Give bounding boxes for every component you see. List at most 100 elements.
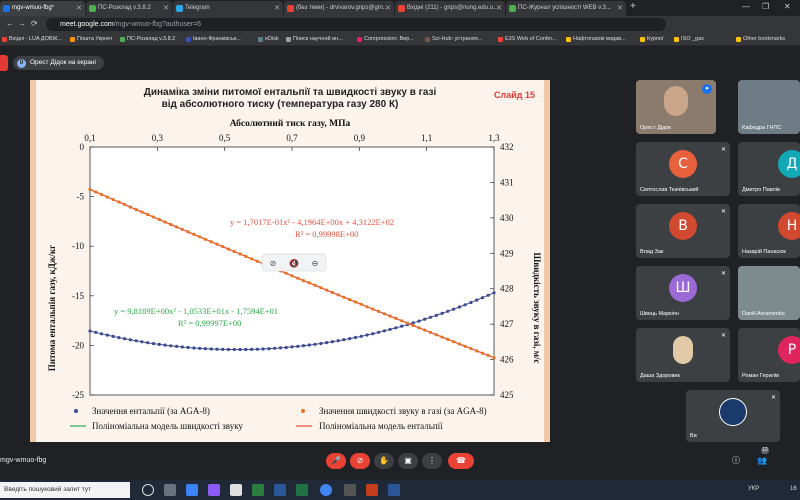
new-tab-button[interactable]: + bbox=[630, 1, 636, 12]
explorer-icon[interactable] bbox=[186, 484, 198, 496]
app-icon[interactable] bbox=[344, 484, 356, 496]
enthalpy-point bbox=[250, 347, 254, 351]
bookmark-item[interactable]: Пошта Укрнет bbox=[70, 34, 113, 45]
close-icon[interactable]: ✕ bbox=[496, 1, 502, 16]
bookmark-item[interactable]: ISO _gas bbox=[674, 34, 704, 45]
bookmark-item[interactable]: ПС-Розклад v.3.8.2 bbox=[120, 34, 175, 45]
app-icon[interactable] bbox=[230, 484, 242, 496]
tab-gmail-1[interactable]: (без теми) - drvivarov.gnps@gm... ✕ bbox=[284, 1, 394, 16]
app-icon[interactable] bbox=[252, 484, 264, 496]
bookmark-item[interactable]: Sci-Hub: устраняя... bbox=[425, 34, 482, 45]
address-bar-row: ← → ⟳ meet.google.com/mgv-wmuo-fbg?authu… bbox=[0, 16, 800, 33]
speed-point bbox=[307, 281, 311, 285]
avatar: Р bbox=[778, 336, 800, 364]
participant-tile[interactable]: Кафедра ГНПС bbox=[738, 80, 800, 134]
enthalpy-point bbox=[452, 307, 456, 311]
participant-tile[interactable]: ✕ Даша Здоровик bbox=[636, 328, 730, 382]
forward-button[interactable]: → bbox=[18, 19, 26, 28]
presenter-chip[interactable]: 0 Орест Дідок на екрані bbox=[13, 56, 104, 70]
present-button[interactable]: ▣ bbox=[398, 453, 418, 469]
word-icon[interactable] bbox=[274, 484, 286, 496]
participant-tile[interactable]: Daniil Avramenko bbox=[738, 266, 800, 320]
url-input[interactable]: meet.google.com/mgv-wmuo-fbg?authuser=6 bbox=[46, 18, 666, 31]
participant-tile[interactable]: Ш ✕ Швець Маркіян bbox=[636, 266, 730, 320]
x-axis-label: Абсолютний тиск газу, МПа bbox=[230, 118, 351, 129]
participant-name: Влад Зак bbox=[640, 249, 664, 255]
chrome-icon[interactable] bbox=[320, 484, 332, 496]
participant-tile[interactable]: Р Роман Герилів bbox=[738, 328, 800, 382]
bookmark-item[interactable]: Other bookmarks bbox=[736, 34, 785, 45]
tab-telegram[interactable]: Telegram ✕ bbox=[173, 1, 283, 16]
viber-icon[interactable] bbox=[208, 484, 220, 496]
close-icon[interactable]: ✕ bbox=[76, 1, 82, 16]
tab-gmail-2[interactable]: Вхідні (211) - gnps@nung.edu.u... ✕ bbox=[395, 1, 505, 16]
remove-icon[interactable]: ⊖ bbox=[312, 259, 319, 268]
meet-header: 0 Орест Дідок на екрані bbox=[0, 46, 800, 80]
bookmark-item[interactable]: E3S Web of Confer... bbox=[498, 34, 557, 45]
taskbar-search-input[interactable]: Введіть пошуковий запит тут bbox=[0, 482, 130, 498]
word-icon[interactable] bbox=[388, 484, 400, 496]
bookmark-item[interactable]: Івано-Франківськ... bbox=[186, 34, 241, 45]
clock[interactable]: 16 bbox=[790, 486, 797, 492]
slide-number: Слайд 15 bbox=[494, 90, 535, 100]
bookmark-item[interactable]: eDisk bbox=[258, 34, 279, 45]
enthalpy-point bbox=[151, 342, 156, 346]
enthalpy-point bbox=[209, 347, 213, 351]
raise-hand-button[interactable]: ✋ bbox=[374, 453, 394, 469]
participant-tile[interactable]: С ✕ Святослав Ткачівський bbox=[636, 142, 730, 196]
speed-point bbox=[417, 326, 421, 330]
close-icon[interactable]: ✕ bbox=[163, 1, 169, 16]
close-icon[interactable]: ✕ bbox=[385, 1, 391, 16]
y-left-tick-label: 0 bbox=[80, 142, 85, 152]
info-button[interactable]: ⓘ bbox=[726, 453, 746, 469]
back-button[interactable]: ← bbox=[6, 19, 14, 28]
end-call-button[interactable]: ☎ bbox=[448, 453, 474, 469]
enthalpy-point bbox=[359, 334, 363, 338]
enthalpy-point bbox=[203, 347, 207, 351]
speed-point bbox=[94, 190, 98, 194]
participant-photo bbox=[673, 336, 693, 364]
mic-off-icon: ✕ bbox=[720, 333, 726, 339]
y-right-tick-label: 426 bbox=[500, 355, 514, 365]
close-icon[interactable]: ✕ bbox=[617, 1, 623, 16]
participant-name: Назарій Панасюк bbox=[742, 249, 786, 255]
pin-icon[interactable]: ⊘ bbox=[270, 259, 277, 268]
participant-tile[interactable]: Орест Дідок ⦁ bbox=[636, 80, 716, 134]
tab-meet[interactable]: mgv-wmuo-fbg* ✕ bbox=[0, 1, 85, 16]
speed-point bbox=[348, 298, 352, 302]
enthalpy-point bbox=[417, 319, 421, 323]
task-view-icon[interactable] bbox=[142, 484, 154, 496]
enthalpy-point bbox=[330, 340, 334, 344]
bookmarks-bar: Вхідні - LUA ДОВЖ... Пошта Укрнет ПС-Роз… bbox=[0, 33, 800, 46]
mic-button[interactable]: 🎤 bbox=[326, 453, 346, 469]
bookmark-item[interactable]: Курпої bbox=[640, 34, 664, 45]
mute-icon[interactable]: 🔇 bbox=[289, 258, 299, 268]
enthalpy-point bbox=[244, 347, 248, 352]
powerpoint-icon[interactable] bbox=[366, 484, 378, 496]
bookmark-item[interactable]: Нафтогазові видав... bbox=[566, 34, 626, 45]
bookmark-item[interactable]: Compression: Вир... bbox=[357, 34, 414, 45]
participant-tile-self[interactable]: ✕ Ви bbox=[686, 390, 780, 442]
y-left-tick-label: -20 bbox=[72, 340, 84, 350]
participant-tile[interactable]: В ✕ Влад Зак bbox=[636, 204, 730, 258]
close-icon[interactable]: ✕ bbox=[274, 1, 280, 16]
people-button[interactable]: 👥 bbox=[752, 453, 772, 469]
participant-tile[interactable]: Н Назарій Панасюк bbox=[738, 204, 800, 258]
bookmark-item[interactable]: Вхідні - LUA ДОВЖ... bbox=[2, 34, 62, 45]
app-icon[interactable] bbox=[164, 484, 176, 496]
camera-button[interactable]: ⊘ bbox=[350, 453, 370, 469]
tab-journal[interactable]: ПС-Журнал успішності WEB v.3... ✕ bbox=[506, 1, 626, 16]
maximize-button[interactable]: ❐ bbox=[762, 2, 769, 11]
more-options-button[interactable]: ⋮ bbox=[422, 453, 442, 469]
reload-button[interactable]: ⟳ bbox=[31, 19, 38, 28]
minimize-button[interactable]: — bbox=[742, 2, 750, 11]
tab-schedule[interactable]: ПС-Розклад v.3.8.2 ✕ bbox=[86, 1, 172, 16]
speed-point bbox=[400, 319, 404, 323]
enthalpy-point bbox=[480, 296, 485, 300]
excel-icon[interactable] bbox=[296, 484, 308, 496]
participant-tile[interactable]: Д Дмитро Павлів bbox=[738, 142, 800, 196]
enthalpy-point bbox=[284, 345, 288, 350]
close-window-button[interactable]: ✕ bbox=[784, 2, 791, 11]
keyboard-language[interactable]: УКР bbox=[748, 486, 759, 492]
bookmark-item[interactable]: Поиск научной ин... bbox=[286, 34, 343, 45]
